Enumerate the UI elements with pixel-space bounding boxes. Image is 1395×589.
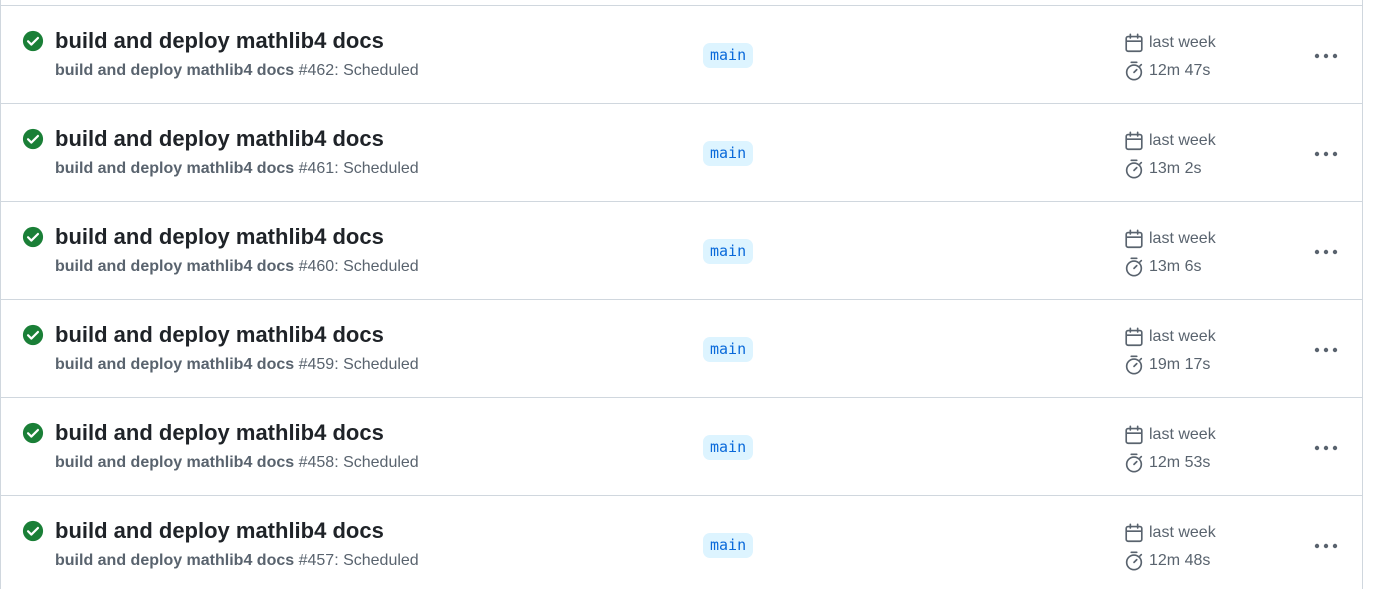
- calendar-icon: [1125, 327, 1143, 347]
- run-duration: 12m 53s: [1149, 454, 1211, 471]
- run-workflow-name: build and deploy mathlib4 docs: [55, 356, 295, 373]
- run-title-link[interactable]: build and deploy mathlib4 docs: [55, 126, 384, 152]
- stopwatch-icon: [1125, 61, 1143, 81]
- calendar-icon: [1125, 229, 1143, 249]
- run-date: last week: [1149, 328, 1216, 345]
- run-date: last week: [1149, 524, 1216, 541]
- workflow-run-row[interactable]: build and deploy mathlib4 docs build and…: [1, 300, 1362, 398]
- branch-label[interactable]: main: [703, 141, 754, 166]
- run-date: last week: [1149, 34, 1216, 51]
- branch-label[interactable]: main: [703, 337, 754, 362]
- run-duration: 19m 17s: [1149, 356, 1211, 373]
- branch-label[interactable]: main: [703, 239, 754, 264]
- run-duration: 13m 2s: [1149, 160, 1202, 177]
- run-date: last week: [1149, 132, 1216, 149]
- check-circle-fill-icon: [22, 30, 44, 52]
- run-title-link[interactable]: build and deploy mathlib4 docs: [55, 28, 384, 54]
- check-circle-fill-icon: [22, 422, 44, 444]
- run-workflow-name: build and deploy mathlib4 docs: [55, 552, 295, 569]
- check-circle-fill-icon: [22, 324, 44, 346]
- workflow-run-row[interactable]: build and deploy mathlib4 docs build and…: [1, 398, 1362, 496]
- stopwatch-icon: [1125, 355, 1143, 375]
- stopwatch-icon: [1125, 159, 1143, 179]
- kebab-horizontal-icon[interactable]: [1307, 142, 1345, 166]
- run-subtitle: build and deploy mathlib4 docs #459: Sch…: [55, 356, 419, 374]
- run-workflow-name: build and deploy mathlib4 docs: [55, 62, 295, 79]
- run-workflow-name: build and deploy mathlib4 docs: [55, 454, 295, 471]
- run-title-link[interactable]: build and deploy mathlib4 docs: [55, 322, 384, 348]
- workflow-run-row[interactable]: build and deploy mathlib4 docs build and…: [1, 496, 1362, 589]
- run-duration: 12m 48s: [1149, 552, 1211, 569]
- run-title-link[interactable]: build and deploy mathlib4 docs: [55, 420, 384, 446]
- check-circle-fill-icon: [22, 520, 44, 542]
- run-info: #459: Scheduled: [298, 356, 419, 373]
- run-title-link[interactable]: build and deploy mathlib4 docs: [55, 518, 384, 544]
- run-info: #462: Scheduled: [298, 62, 419, 79]
- kebab-horizontal-icon[interactable]: [1307, 44, 1345, 68]
- workflow-run-row[interactable]: build and deploy mathlib4 docs build and…: [1, 202, 1362, 300]
- run-info: #458: Scheduled: [298, 454, 419, 471]
- branch-label[interactable]: main: [703, 533, 754, 558]
- calendar-icon: [1125, 523, 1143, 543]
- kebab-horizontal-icon[interactable]: [1307, 436, 1345, 460]
- kebab-horizontal-icon[interactable]: [1307, 240, 1345, 264]
- stopwatch-icon: [1125, 551, 1143, 571]
- run-info: #460: Scheduled: [298, 258, 419, 275]
- kebab-horizontal-icon[interactable]: [1307, 338, 1345, 362]
- run-workflow-name: build and deploy mathlib4 docs: [55, 258, 295, 275]
- run-info: #457: Scheduled: [298, 552, 419, 569]
- branch-label[interactable]: main: [703, 43, 754, 68]
- check-circle-fill-icon: [22, 128, 44, 150]
- run-subtitle: build and deploy mathlib4 docs #460: Sch…: [55, 258, 419, 276]
- run-date: last week: [1149, 426, 1216, 443]
- run-subtitle: build and deploy mathlib4 docs #457: Sch…: [55, 552, 419, 570]
- run-info: #461: Scheduled: [298, 160, 419, 177]
- run-subtitle: build and deploy mathlib4 docs #461: Sch…: [55, 160, 419, 178]
- branch-label[interactable]: main: [703, 435, 754, 460]
- run-duration: 13m 6s: [1149, 258, 1202, 275]
- run-subtitle: build and deploy mathlib4 docs #462: Sch…: [55, 62, 419, 80]
- stopwatch-icon: [1125, 453, 1143, 473]
- calendar-icon: [1125, 33, 1143, 53]
- calendar-icon: [1125, 425, 1143, 445]
- stopwatch-icon: [1125, 257, 1143, 277]
- workflow-run-row[interactable]: build and deploy mathlib4 docs build and…: [1, 6, 1362, 104]
- workflow-runs-list: build and deploy mathlib4 docs build and…: [0, 0, 1363, 589]
- run-date: last week: [1149, 230, 1216, 247]
- run-subtitle: build and deploy mathlib4 docs #458: Sch…: [55, 454, 419, 472]
- workflow-run-row[interactable]: build and deploy mathlib4 docs build and…: [1, 104, 1362, 202]
- run-duration: 12m 47s: [1149, 62, 1211, 79]
- calendar-icon: [1125, 131, 1143, 151]
- run-workflow-name: build and deploy mathlib4 docs: [55, 160, 295, 177]
- kebab-horizontal-icon[interactable]: [1307, 534, 1345, 558]
- run-title-link[interactable]: build and deploy mathlib4 docs: [55, 224, 384, 250]
- check-circle-fill-icon: [22, 226, 44, 248]
